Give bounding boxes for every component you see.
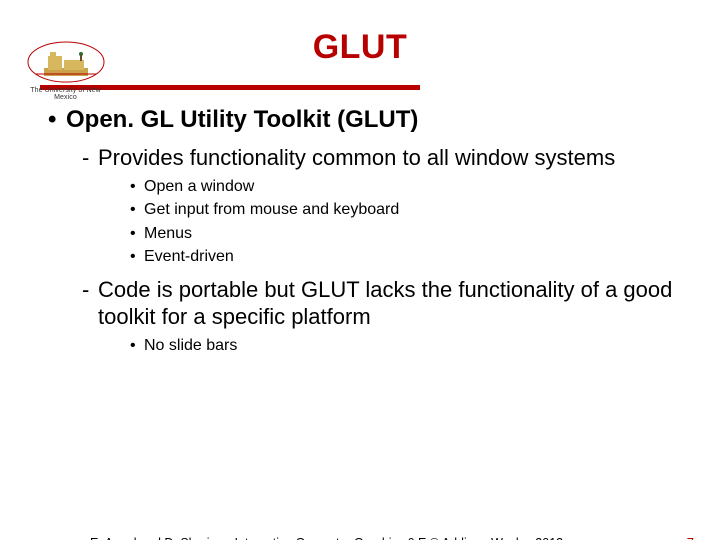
logo-caption: The University of New Mexico	[18, 87, 113, 101]
logo-image	[26, 40, 106, 85]
page-number: 7	[687, 535, 694, 540]
bullet-dot-icon: •	[130, 199, 144, 221]
bullet-dot-icon: •	[48, 106, 66, 134]
bullet-text: Open a window	[144, 176, 254, 198]
bullet-text: Open. GL Utility Toolkit (GLUT)	[66, 106, 418, 134]
bullet-dot-icon: •	[130, 246, 144, 268]
slide-footer: E. Angel and D. Shreiner: Interactive Co…	[0, 536, 720, 540]
bullet-dot-icon: •	[130, 223, 144, 245]
footer-citation: E. Angel and D. Shreiner: Interactive Co…	[90, 536, 720, 540]
bullet-text: No slide bars	[144, 335, 237, 357]
bullet-text: Code is portable but GLUT lacks the func…	[98, 276, 680, 331]
bullet-level3: • Open a window	[130, 176, 680, 198]
dash-icon: -	[82, 276, 98, 331]
bullet-level3: • No slide bars	[130, 335, 680, 357]
bullet-text: Menus	[144, 223, 192, 245]
slide-body: • Open. GL Utility Toolkit (GLUT) - Prov…	[48, 106, 680, 356]
bullet-text: Provides functionality common to all win…	[98, 144, 615, 172]
university-logo: The University of New Mexico	[18, 40, 113, 101]
bullet-level2: - Code is portable but GLUT lacks the fu…	[82, 276, 680, 331]
bullet-level2: - Provides functionality common to all w…	[82, 144, 680, 172]
dash-icon: -	[82, 144, 98, 172]
bullet-dot-icon: •	[130, 176, 144, 198]
bullet-level3: • Event-driven	[130, 246, 680, 268]
bullet-level1: • Open. GL Utility Toolkit (GLUT)	[48, 106, 680, 134]
bullet-text: Event-driven	[144, 246, 234, 268]
bullet-level3: • Menus	[130, 223, 680, 245]
bullet-level3: • Get input from mouse and keyboard	[130, 199, 680, 221]
bullet-dot-icon: •	[130, 335, 144, 357]
bullet-text: Get input from mouse and keyboard	[144, 199, 399, 221]
